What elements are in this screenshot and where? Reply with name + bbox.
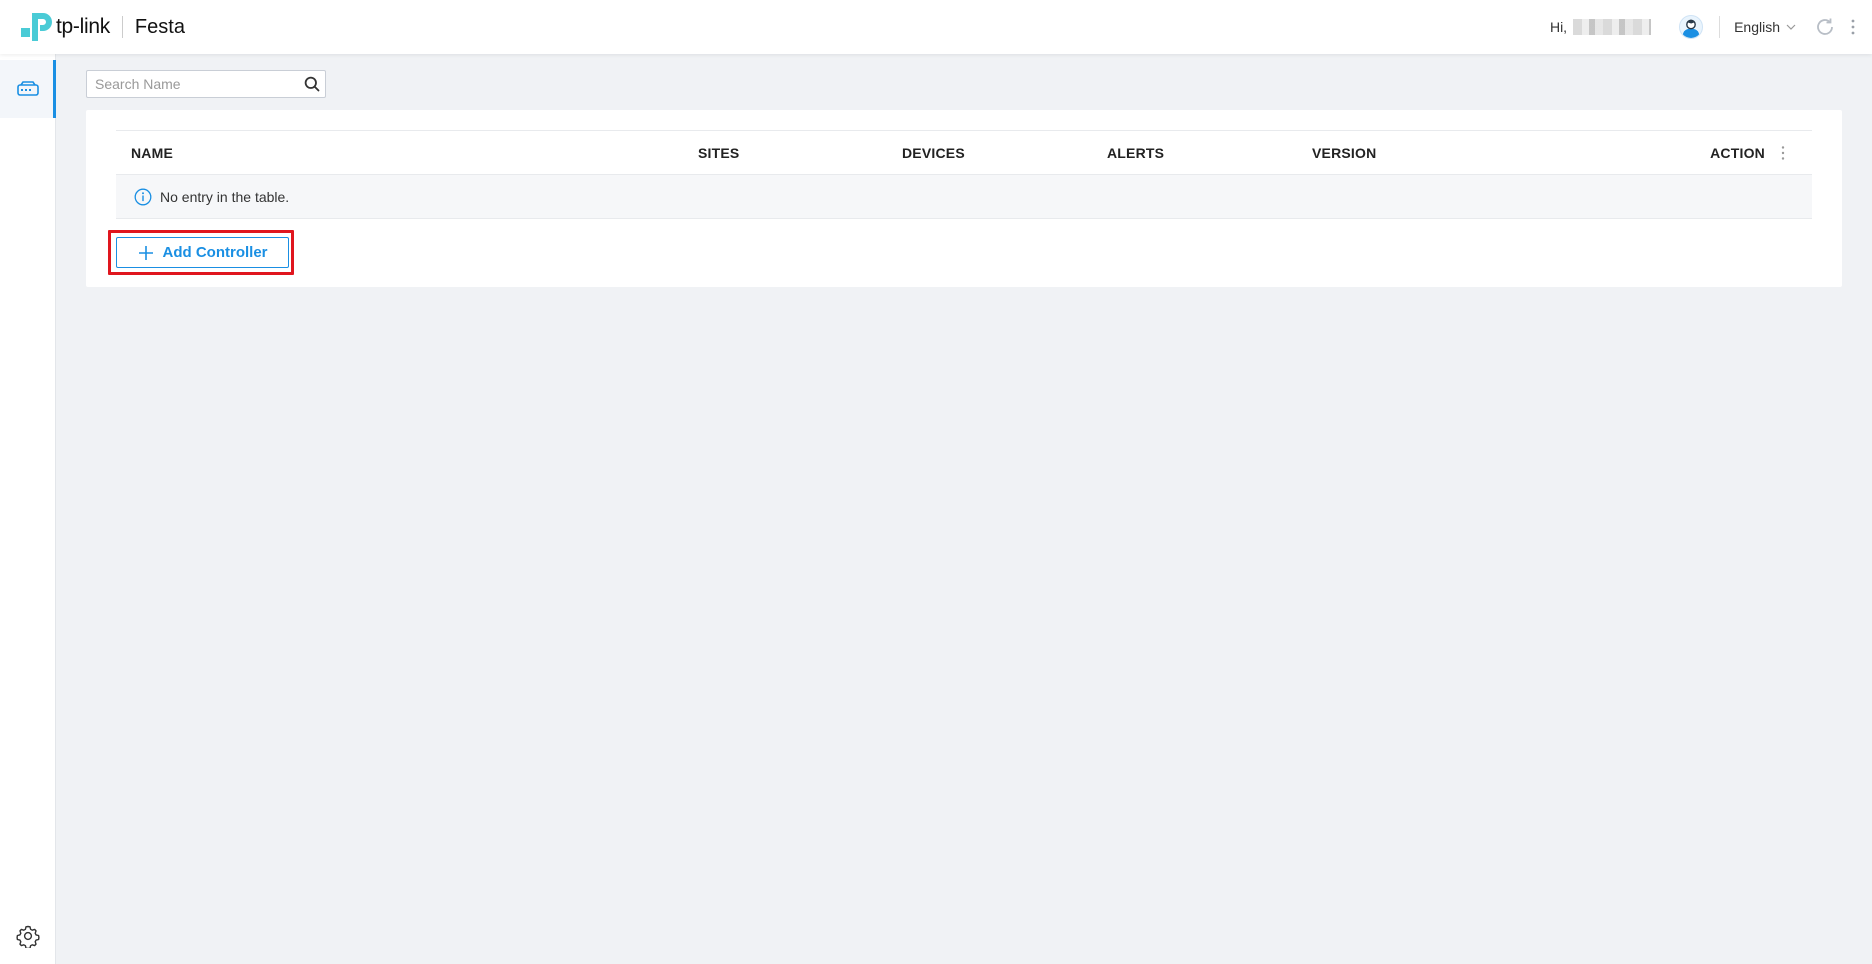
search-box xyxy=(86,70,326,98)
column-header-version[interactable]: VERSION xyxy=(1312,145,1376,161)
search-input[interactable] xyxy=(87,71,299,97)
sidebar-item-controllers[interactable] xyxy=(0,60,56,118)
brand[interactable]: tp-link Festa xyxy=(20,0,185,54)
column-settings-icon[interactable] xyxy=(1780,145,1786,161)
column-header-action: ACTION xyxy=(1710,144,1765,161)
add-controller-button[interactable]: Add Controller xyxy=(116,237,289,268)
controllers-table: NAME SITES DEVICES ALERTS VERSION ACTION… xyxy=(116,130,1812,219)
language-selector[interactable]: English xyxy=(1734,19,1796,35)
user-avatar-icon[interactable] xyxy=(1679,15,1704,39)
empty-message: No entry in the table. xyxy=(160,188,290,205)
language-label: English xyxy=(1734,19,1780,35)
top-bar: tp-link Festa Hi, English xyxy=(0,0,1872,54)
column-header-name[interactable]: NAME xyxy=(131,145,173,161)
column-header-alerts[interactable]: ALERTS xyxy=(1107,145,1164,161)
column-header-devices[interactable]: DEVICES xyxy=(902,145,965,161)
info-icon xyxy=(134,188,152,205)
table-header: NAME SITES DEVICES ALERTS VERSION ACTION xyxy=(116,131,1812,175)
sidebar xyxy=(0,54,56,964)
tp-link-logo-icon xyxy=(21,13,52,41)
add-controller-highlight: Add Controller xyxy=(108,230,294,275)
empty-table-row: No entry in the table. xyxy=(116,175,1812,219)
refresh-icon[interactable] xyxy=(1814,16,1836,38)
plus-icon xyxy=(138,245,153,260)
header-divider xyxy=(1719,16,1721,38)
controllers-panel: NAME SITES DEVICES ALERTS VERSION ACTION… xyxy=(86,110,1842,287)
chevron-down-icon xyxy=(1786,24,1796,30)
logo-divider xyxy=(121,16,123,38)
username-redacted xyxy=(1573,19,1652,35)
more-vertical-icon[interactable] xyxy=(1850,18,1856,36)
search-icon xyxy=(304,76,320,92)
column-header-sites[interactable]: SITES xyxy=(698,145,739,161)
settings-gear-icon xyxy=(16,925,40,948)
sidebar-settings[interactable] xyxy=(0,924,56,948)
product-name: Festa xyxy=(134,15,185,38)
logo-text: tp-link xyxy=(56,15,110,38)
controller-icon xyxy=(17,81,39,96)
top-right-controls: Hi, English xyxy=(1550,0,1872,54)
add-controller-label: Add Controller xyxy=(162,244,268,261)
greeting: Hi, xyxy=(1549,19,1568,35)
search-button[interactable] xyxy=(299,71,325,97)
